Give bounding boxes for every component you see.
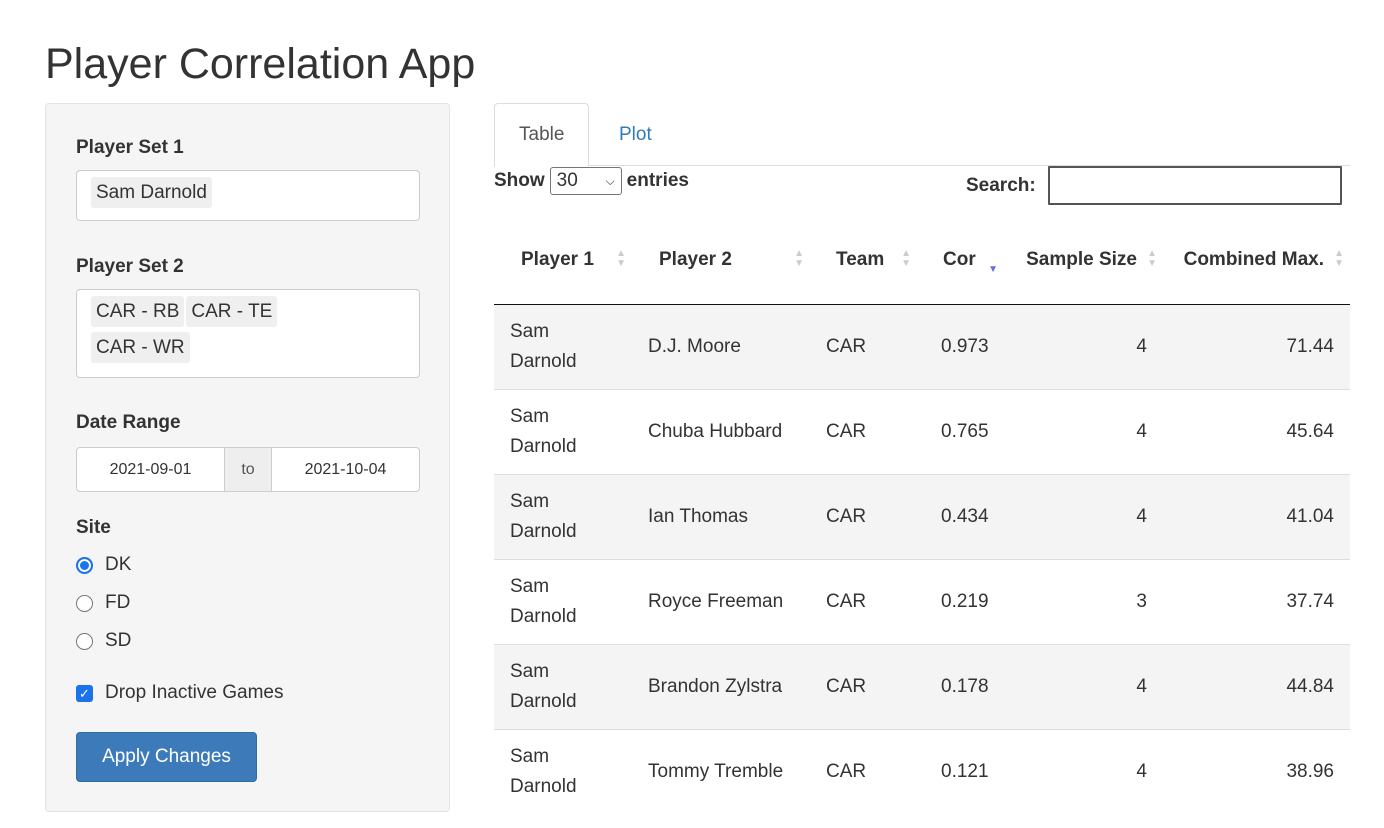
entries-select[interactable]: 30 ⌵ xyxy=(549,167,622,195)
player-1-cell: Sam Darnold xyxy=(494,728,632,814)
team-cell: CAR xyxy=(810,388,925,474)
combined-max-cell: 38.96 xyxy=(1163,728,1350,814)
radio-unchecked-icon[interactable] xyxy=(76,594,93,612)
column-header-cor[interactable]: Cor ▼ xyxy=(925,215,1010,305)
player-set-2-label: Player Set 2 xyxy=(76,256,184,277)
column-header-team[interactable]: Team ▲ ▼ xyxy=(810,215,925,305)
page-title: Player Correlation App xyxy=(45,40,476,88)
radio-sd[interactable]: SD xyxy=(76,630,131,652)
table-row: Sam Darnold D.J. Moore CAR 0.973 4 71.44 xyxy=(494,303,1350,389)
sort-icon: ▲ ▼ xyxy=(1147,248,1157,270)
radio-fd[interactable]: FD xyxy=(76,592,130,614)
end-date-input[interactable]: 2021-10-04 xyxy=(272,448,419,491)
player-2-cell: D.J. Moore xyxy=(632,303,810,389)
selected-chip[interactable]: CAR - RB xyxy=(91,296,185,327)
player-2-cell: Tommy Tremble xyxy=(632,728,810,814)
table-row: Sam Darnold Tommy Tremble CAR 0.121 4 38.96 xyxy=(494,728,1350,814)
cor-cell: 0.973 xyxy=(925,303,1010,389)
tab-table[interactable]: Table xyxy=(494,103,590,167)
sort-desc-icon: ▼ xyxy=(988,263,998,275)
sort-icon: ▲ ▼ xyxy=(901,248,911,270)
drop-inactive-checkbox[interactable]: ✓ Drop Inactive Games xyxy=(76,682,283,704)
column-header-sample-size[interactable]: Sample Size ▲ ▼ xyxy=(1010,215,1163,305)
table-row: Sam Darnold Royce Freeman CAR 0.219 3 37.74 xyxy=(494,558,1350,644)
chevron-down-icon: ⌵ xyxy=(605,173,615,188)
search-control: Search: xyxy=(966,166,1342,205)
entries-value: 30 xyxy=(556,170,578,191)
player-2-cell: Brandon Zylstra xyxy=(632,643,810,729)
sort-icon: ▲ ▼ xyxy=(616,248,626,270)
radio-checked-icon[interactable] xyxy=(76,556,93,574)
checkbox-checked-icon[interactable]: ✓ xyxy=(76,684,93,702)
player-set-2-input[interactable]: CAR - RB CAR - TE CAR - WR xyxy=(76,289,420,378)
cor-cell: 0.434 xyxy=(925,473,1010,559)
player-set-1-input[interactable]: Sam Darnold xyxy=(76,170,420,221)
cor-cell: 0.178 xyxy=(925,643,1010,729)
sample-size-cell: 3 xyxy=(1010,558,1163,644)
radio-label: FD xyxy=(105,592,131,613)
sample-size-cell: 4 xyxy=(1010,643,1163,729)
selected-chip[interactable]: CAR - WR xyxy=(91,332,190,363)
date-range-label: Date Range xyxy=(76,412,181,433)
tab-bar: Table Plot xyxy=(494,103,1350,167)
radio-dk[interactable]: DK xyxy=(76,554,131,576)
correlation-table: Player 1 ▲ ▼ Player 2 ▲ ▼ Team ▲ ▼ Cor ▼ Sample… xyxy=(494,215,1350,814)
player-1-cell: Sam Darnold xyxy=(494,558,632,644)
combined-max-cell: 44.84 xyxy=(1163,643,1350,729)
player-set-1-label: Player Set 1 xyxy=(76,137,184,158)
sample-size-cell: 4 xyxy=(1010,728,1163,814)
date-separator: to xyxy=(224,448,272,491)
sort-icon: ▲ ▼ xyxy=(794,248,804,270)
tab-plot[interactable]: Plot xyxy=(595,103,676,166)
sample-size-cell: 4 xyxy=(1010,303,1163,389)
site-label: Site xyxy=(76,517,111,538)
apply-changes-button[interactable]: Apply Changes xyxy=(76,732,257,782)
player-2-cell: Ian Thomas xyxy=(632,473,810,559)
radio-unchecked-icon[interactable] xyxy=(76,632,93,650)
checkbox-label: Drop Inactive Games xyxy=(105,682,284,703)
date-range-input: 2021-09-01 to 2021-10-04 xyxy=(76,447,420,492)
table-row: Sam Darnold Brandon Zylstra CAR 0.178 4 44.84 xyxy=(494,643,1350,729)
team-cell: CAR xyxy=(810,643,925,729)
search-label: Search: xyxy=(966,174,1036,196)
entries-control: Show 30 ⌵ entries xyxy=(494,166,689,196)
radio-label: SD xyxy=(105,630,132,651)
team-cell: CAR xyxy=(810,558,925,644)
column-header-combined-max[interactable]: Combined Max. ▲ ▼ xyxy=(1163,215,1350,305)
player-1-cell: Sam Darnold xyxy=(494,388,632,474)
player-1-cell: Sam Darnold xyxy=(494,303,632,389)
start-date-input[interactable]: 2021-09-01 xyxy=(77,448,224,491)
search-input[interactable] xyxy=(1047,166,1342,205)
combined-max-cell: 37.74 xyxy=(1163,558,1350,644)
sort-icon: ▲ ▼ xyxy=(1334,248,1344,270)
player-1-cell: Sam Darnold xyxy=(494,643,632,729)
column-header-player-2[interactable]: Player 2 ▲ ▼ xyxy=(632,215,810,305)
sample-size-cell: 4 xyxy=(1010,473,1163,559)
cor-cell: 0.219 xyxy=(925,558,1010,644)
entries-label: entries xyxy=(626,170,689,191)
table-row: Sam Darnold Ian Thomas CAR 0.434 4 41.04 xyxy=(494,473,1350,559)
selected-chip[interactable]: CAR - TE xyxy=(186,296,278,327)
radio-label: DK xyxy=(105,554,132,575)
sidebar-panel: Player Set 1 Sam Darnold Player Set 2 CA… xyxy=(45,103,450,812)
team-cell: CAR xyxy=(810,473,925,559)
team-cell: CAR xyxy=(810,728,925,814)
show-label: Show xyxy=(494,170,545,191)
combined-max-cell: 71.44 xyxy=(1163,303,1350,389)
sample-size-cell: 4 xyxy=(1010,388,1163,474)
selected-chip[interactable]: Sam Darnold xyxy=(91,177,212,208)
combined-max-cell: 45.64 xyxy=(1163,388,1350,474)
cor-cell: 0.765 xyxy=(925,388,1010,474)
table-row: Sam Darnold Chuba Hubbard CAR 0.765 4 45.64 xyxy=(494,388,1350,474)
player-2-cell: Chuba Hubbard xyxy=(632,388,810,474)
cor-cell: 0.121 xyxy=(925,728,1010,814)
team-cell: CAR xyxy=(810,303,925,389)
combined-max-cell: 41.04 xyxy=(1163,473,1350,559)
player-1-cell: Sam Darnold xyxy=(494,473,632,559)
player-2-cell: Royce Freeman xyxy=(632,558,810,644)
column-header-player-1[interactable]: Player 1 ▲ ▼ xyxy=(494,215,632,305)
